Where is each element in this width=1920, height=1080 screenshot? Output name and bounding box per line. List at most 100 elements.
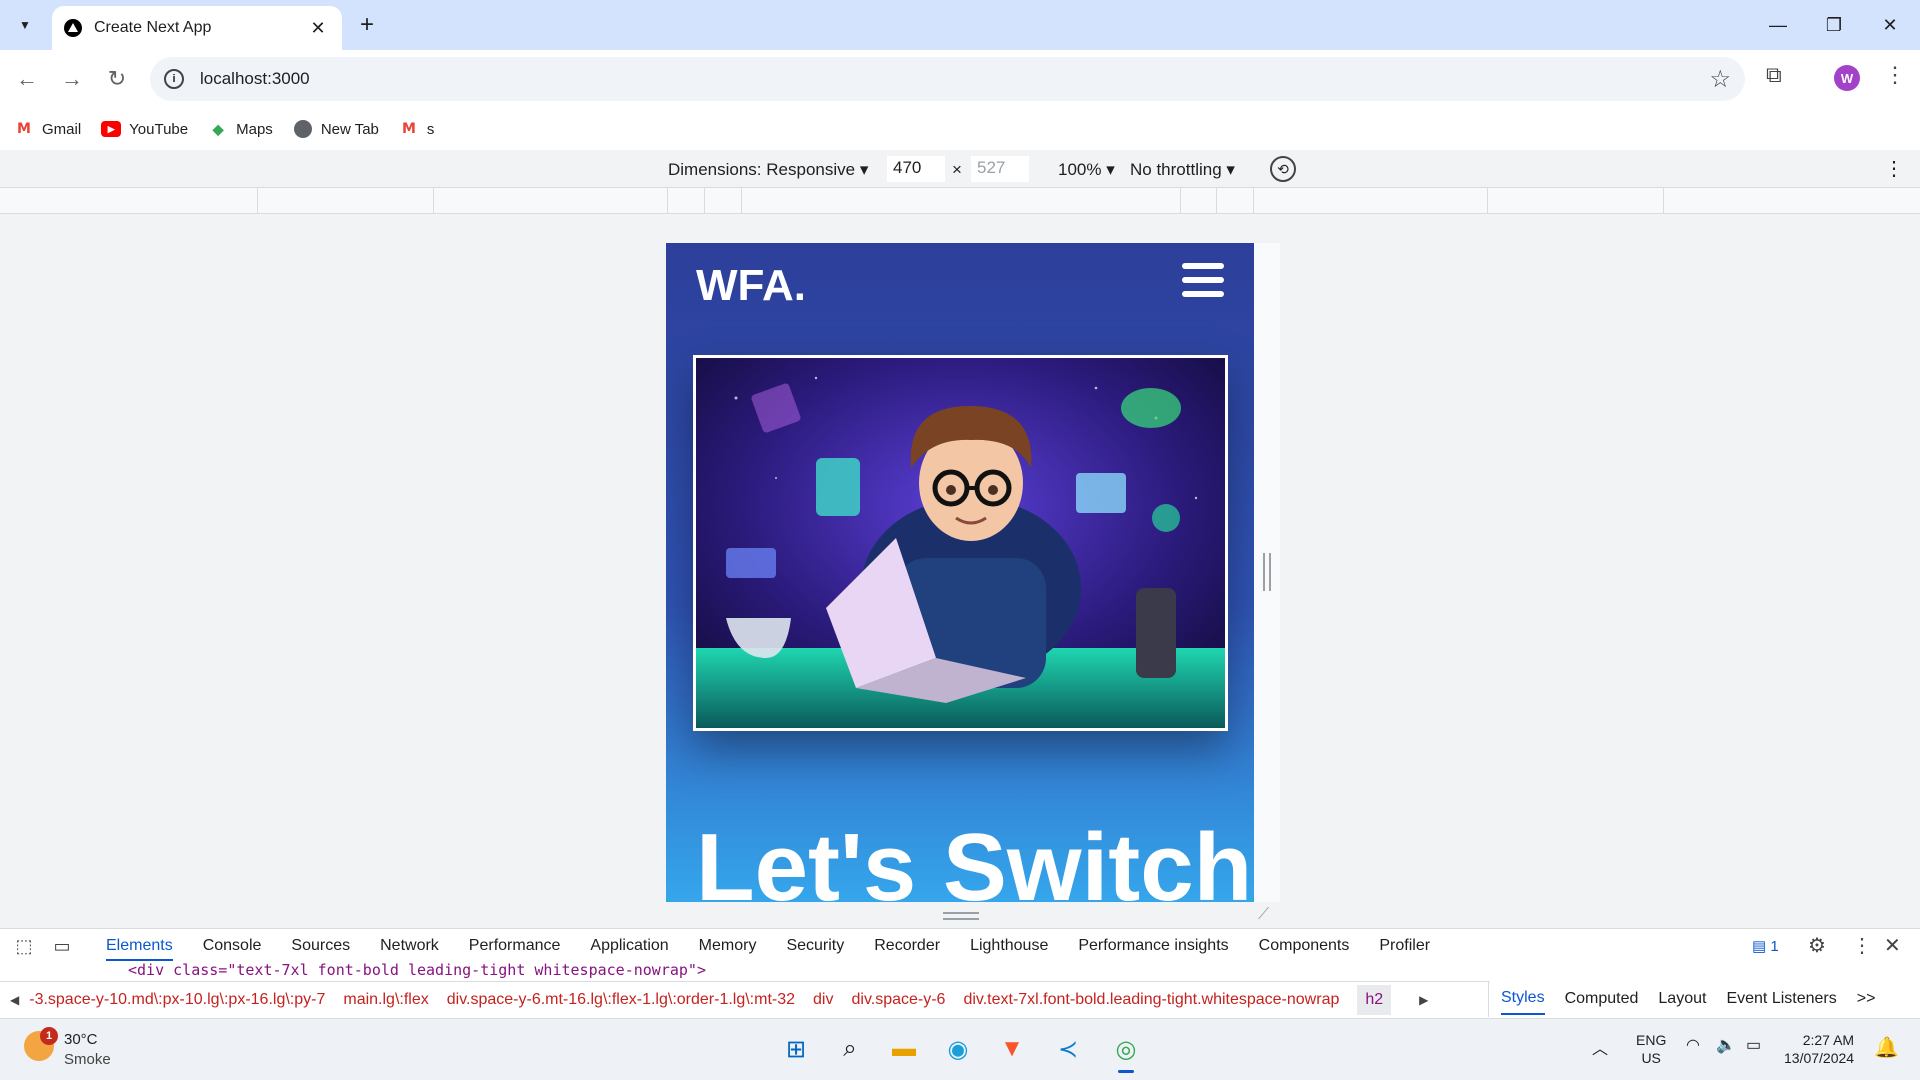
site-info-icon[interactable]: i bbox=[164, 69, 184, 89]
browser-menu-icon[interactable]: ⋮ bbox=[1884, 62, 1906, 88]
chrome-icon[interactable]: ◎ bbox=[1106, 1029, 1146, 1073]
bookmark-youtube[interactable]: ▶ YouTube bbox=[101, 121, 188, 138]
tab-components[interactable]: Components bbox=[1259, 937, 1350, 955]
dom-breadcrumb: ◀ -3.space-y-10.md\:px-10.lg\:px-16.lg\:… bbox=[0, 981, 1490, 1017]
bookmark-new-tab[interactable]: New Tab bbox=[293, 120, 379, 138]
weather-temperature[interactable]: 30°C bbox=[64, 1031, 98, 1048]
tab-console[interactable]: Console bbox=[203, 937, 262, 955]
browser-tab-active[interactable]: Create Next App ✕ bbox=[52, 6, 342, 50]
minimize-icon[interactable]: — bbox=[1758, 10, 1798, 40]
issues-count: 1 bbox=[1770, 938, 1779, 955]
brave-browser-icon[interactable]: ▼ bbox=[992, 1029, 1032, 1069]
windows-start-icon[interactable]: ⊞ bbox=[776, 1029, 816, 1069]
tab-event-listeners[interactable]: Event Listeners bbox=[1726, 990, 1836, 1008]
wifi-icon[interactable]: ◠ bbox=[1686, 1035, 1700, 1055]
devtools-tab-bar: ⬚ ▭ Elements Console Sources Network Per… bbox=[0, 929, 1920, 963]
profile-avatar[interactable]: W bbox=[1834, 65, 1860, 91]
devtools-settings-gear-icon[interactable]: ⚙ bbox=[1808, 933, 1826, 958]
weather-description[interactable]: Smoke bbox=[64, 1051, 111, 1068]
close-window-icon[interactable]: ✕ bbox=[1870, 10, 1910, 40]
throttling-label: No throttling bbox=[1130, 160, 1222, 179]
tab-close-icon[interactable]: ✕ bbox=[306, 18, 330, 39]
tab-application[interactable]: Application bbox=[590, 937, 668, 955]
device-toolbar-more-icon[interactable]: ⋮ bbox=[1884, 156, 1904, 181]
vscode-icon[interactable]: ≺ bbox=[1048, 1029, 1088, 1069]
breadcrumb-item[interactable]: div.text-7xl.font-bold.leading-tight.whi… bbox=[963, 991, 1339, 1009]
zoom-dropdown[interactable]: 100% ▾ bbox=[1058, 160, 1115, 180]
battery-icon[interactable]: ▭ bbox=[1746, 1035, 1761, 1055]
tab-recorder[interactable]: Recorder bbox=[874, 937, 940, 955]
more-tabs-icon[interactable]: >> bbox=[1857, 990, 1876, 1008]
devtools-close-icon[interactable]: ✕ bbox=[1884, 933, 1901, 958]
breadcrumb-scroll-left-icon[interactable]: ◀ bbox=[10, 993, 19, 1007]
devtools-more-icon[interactable]: ⋮ bbox=[1852, 933, 1872, 958]
media-query-bar[interactable] bbox=[0, 188, 1920, 214]
edge-browser-icon[interactable]: ◉ bbox=[938, 1029, 978, 1069]
breadcrumb-item-current[interactable]: h2 bbox=[1357, 984, 1392, 1015]
breadcrumb-scroll-right-icon[interactable]: ▶ bbox=[1419, 993, 1428, 1007]
bookmarks-bar: M Gmail ▶ YouTube ◆ Maps New Tab M s bbox=[0, 108, 1920, 150]
inspect-element-icon[interactable]: ⬚ bbox=[10, 932, 38, 960]
height-input[interactable]: 527 bbox=[971, 156, 1029, 182]
restore-icon[interactable]: ❐ bbox=[1814, 10, 1854, 40]
clock-time: 2:27 AM bbox=[1802, 1032, 1855, 1048]
breadcrumb-item[interactable]: div bbox=[813, 991, 833, 1009]
tab-performance[interactable]: Performance bbox=[469, 937, 561, 955]
issues-badge[interactable]: ▤ 1 bbox=[1752, 937, 1779, 955]
site-logo[interactable]: WFA. bbox=[696, 261, 806, 311]
viewport-width-resize-handle[interactable] bbox=[1263, 553, 1271, 591]
extensions-puzzle-icon[interactable]: ⧉ bbox=[1766, 62, 1782, 88]
tab-computed[interactable]: Computed bbox=[1565, 990, 1639, 1008]
tab-lighthouse[interactable]: Lighthouse bbox=[970, 937, 1048, 955]
bookmark-s[interactable]: M s bbox=[399, 120, 435, 138]
developer-illustration bbox=[696, 358, 1225, 728]
file-explorer-icon[interactable]: ▬ bbox=[884, 1029, 924, 1069]
viewport-corner-resize-icon[interactable]: ⟋ bbox=[1258, 906, 1269, 924]
tab-memory[interactable]: Memory bbox=[699, 937, 757, 955]
clock[interactable]: 2:27 AM 13/07/2024 bbox=[1784, 1031, 1854, 1067]
tab-styles[interactable]: Styles bbox=[1501, 989, 1545, 1015]
tab-layout[interactable]: Layout bbox=[1658, 990, 1706, 1008]
notification-bell-icon[interactable]: 🔔 bbox=[1874, 1035, 1899, 1060]
tab-profiler[interactable]: Profiler bbox=[1379, 937, 1430, 955]
globe-icon bbox=[293, 120, 312, 138]
forward-arrow-icon[interactable]: → bbox=[55, 62, 89, 96]
tray-overflow-chevron-icon[interactable]: ︿ bbox=[1592, 1035, 1608, 1059]
tab-search-chevron-icon[interactable]: ▼ bbox=[8, 8, 42, 42]
tab-sources[interactable]: Sources bbox=[291, 937, 350, 955]
tab-performance-insights[interactable]: Performance insights bbox=[1078, 937, 1228, 955]
styles-pane-tabs: Styles Computed Layout Event Listeners >… bbox=[1488, 981, 1920, 1017]
bookmark-star-icon[interactable]: ☆ bbox=[1709, 65, 1731, 94]
breadcrumb-item[interactable]: div.space-y-6.mt-16.lg\:flex-1.lg\:order… bbox=[447, 991, 795, 1009]
bookmark-maps[interactable]: ◆ Maps bbox=[208, 121, 273, 138]
tab-elements[interactable]: Elements bbox=[106, 937, 173, 961]
dom-tree-line[interactable]: <div class="text-7xl font-bold leading-t… bbox=[128, 961, 706, 979]
volume-icon[interactable]: 🔈 bbox=[1716, 1035, 1736, 1055]
dimensions-dropdown[interactable]: Dimensions: Responsive ▾ bbox=[668, 160, 868, 180]
breadcrumb-item[interactable]: main.lg\:flex bbox=[343, 991, 428, 1009]
bookmark-label: s bbox=[426, 120, 435, 138]
language-indicator[interactable]: ENG US bbox=[1636, 1031, 1666, 1067]
url-text[interactable]: localhost:3000 bbox=[200, 69, 310, 89]
throttling-dropdown[interactable]: No throttling ▾ bbox=[1130, 160, 1235, 180]
rotate-icon[interactable]: ⟲ bbox=[1270, 156, 1296, 182]
language-code: ENG bbox=[1636, 1032, 1667, 1048]
tab-strip: ▼ Create Next App ✕ + — ❐ ✕ bbox=[0, 0, 1920, 50]
tab-security[interactable]: Security bbox=[786, 937, 844, 955]
address-bar[interactable]: i localhost:3000 ☆ bbox=[150, 57, 1745, 101]
emulated-page: WFA. Let's Switch bbox=[666, 243, 1254, 902]
tab-network[interactable]: Network bbox=[380, 937, 439, 955]
device-toggle-icon[interactable]: ▭ bbox=[48, 932, 76, 960]
weather-alert-badge: 1 bbox=[40, 1027, 58, 1045]
search-icon[interactable]: ⌕ bbox=[830, 1029, 870, 1069]
back-arrow-icon[interactable]: ← bbox=[10, 62, 44, 96]
breadcrumb-item[interactable]: -3.space-y-10.md\:px-10.lg\:px-16.lg\:py… bbox=[29, 991, 325, 1009]
bookmark-gmail[interactable]: M Gmail bbox=[14, 121, 81, 138]
breadcrumb-item[interactable]: div.space-y-6 bbox=[851, 991, 945, 1009]
reload-icon[interactable]: ↻ bbox=[100, 62, 134, 96]
viewport-height-resize-handle[interactable] bbox=[943, 912, 979, 920]
times-sign: × bbox=[952, 160, 962, 179]
width-input[interactable]: 470 bbox=[887, 156, 945, 182]
new-tab-plus-icon[interactable]: + bbox=[352, 10, 382, 40]
hamburger-menu-icon[interactable] bbox=[1182, 263, 1224, 297]
